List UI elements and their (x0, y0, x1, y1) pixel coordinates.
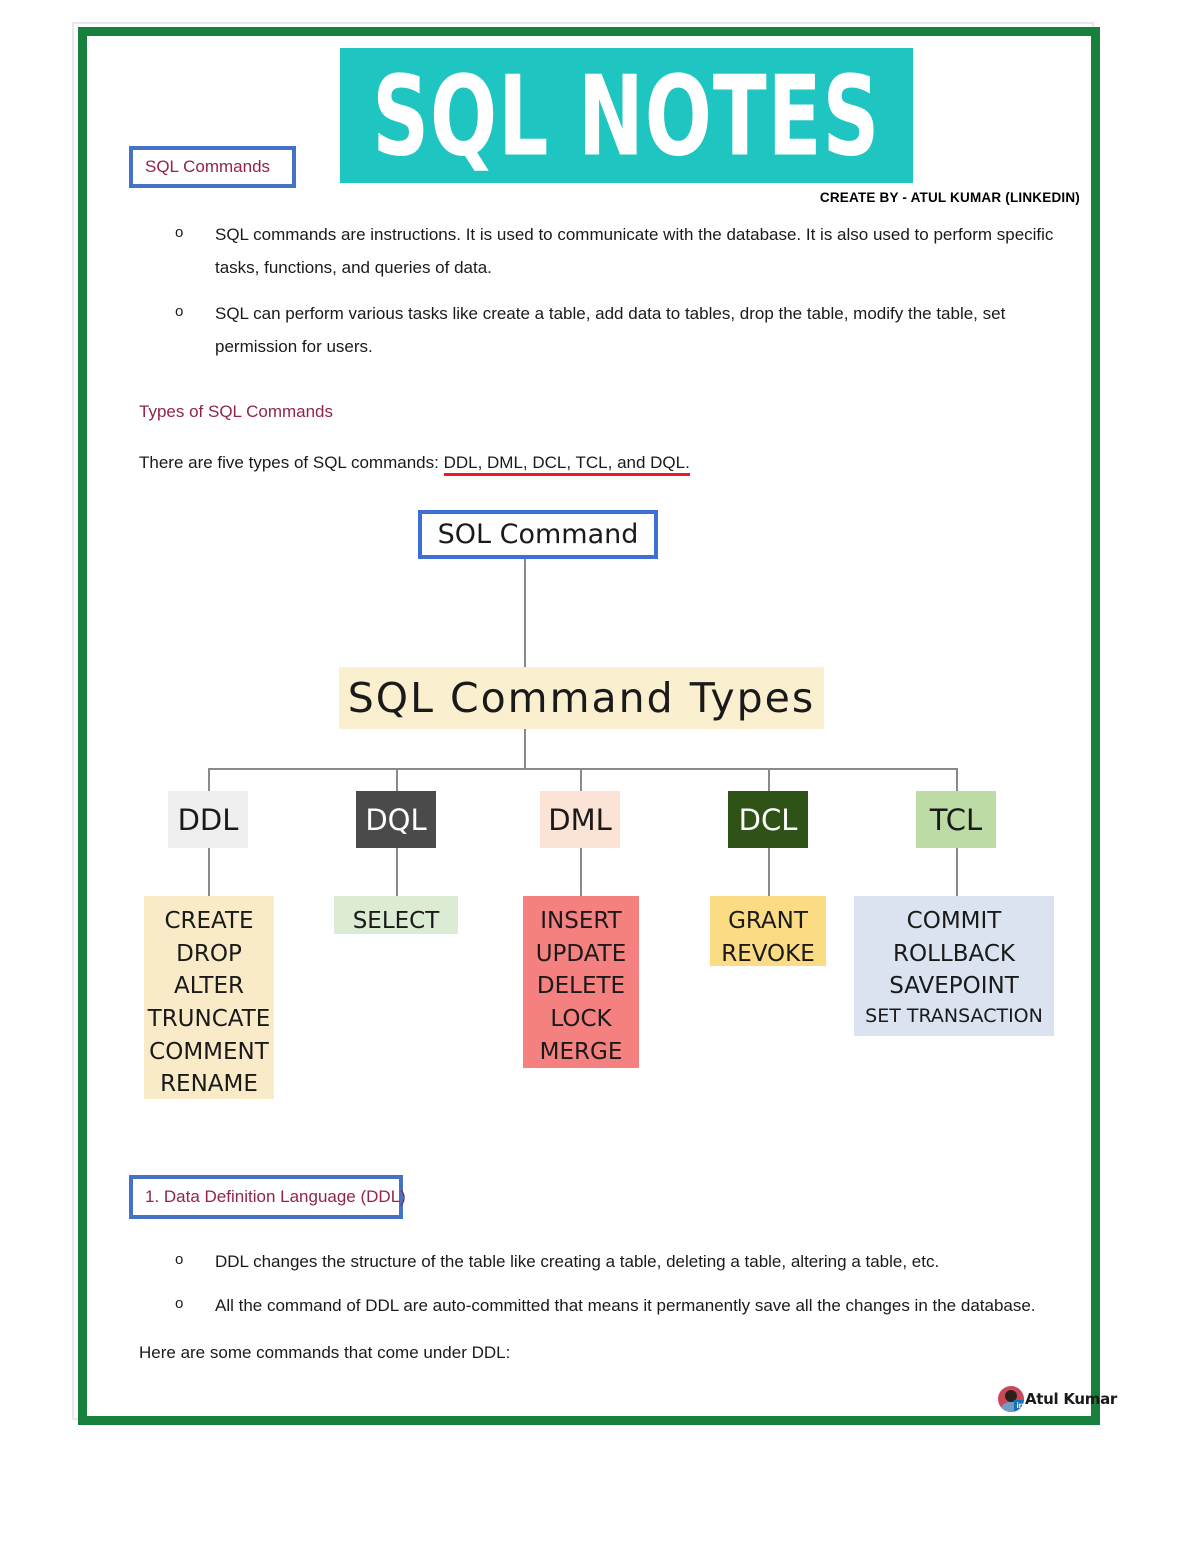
category-box-dcl: DCL (728, 791, 808, 848)
header-banner: SQL NOTES (340, 48, 913, 183)
category-label-dml: DML (548, 802, 612, 837)
command-item: GRANT (728, 908, 808, 934)
connector-tcl-to-commands (956, 848, 958, 896)
banner-title: SQL NOTES (372, 50, 881, 181)
command-item: RENAME (160, 1071, 258, 1098)
bullet-marker: o (175, 224, 184, 241)
types-intro-line: There are five types of SQL commands: DD… (139, 447, 690, 479)
list-item: o SQL can perform various tasks like cre… (175, 297, 1060, 363)
category-box-dml: DML (540, 791, 620, 848)
category-label-tcl: TCL (929, 802, 983, 837)
command-item: SELECT (352, 908, 440, 934)
bullet-marker: o (175, 303, 184, 320)
commands-box-tcl: COMMIT ROLLBACK SAVEPOINT SET TRANSACTIO… (854, 896, 1054, 1036)
command-item: ALTER (174, 973, 244, 1000)
list-item: o DDL changes the structure of the table… (175, 1245, 1060, 1278)
connector-dml-to-commands (580, 848, 582, 896)
category-box-tcl: TCL (916, 791, 996, 848)
command-item: REVOKE (721, 940, 815, 967)
command-item: CREATE (164, 908, 254, 934)
types-intro-prefix: There are five types of SQL commands: (139, 453, 444, 472)
sql-commands-heading-label: SQL Commands (145, 157, 271, 176)
diagram-types-banner: SQL Command Types (339, 667, 824, 729)
sql-command-types-diagram: SOL Command SQL Command Types DDL DQL DM… (130, 495, 1070, 1115)
connector-drop-ddl (208, 768, 210, 791)
diagram-root-box: SOL Command (418, 510, 658, 559)
category-box-ddl: DDL (168, 791, 248, 848)
connector-types-stem (524, 729, 526, 769)
connector-drop-dcl (768, 768, 770, 791)
ddl-closing-line: Here are some commands that come under D… (139, 1343, 511, 1362)
connector-dcl-to-commands (768, 848, 770, 896)
connector-drop-dml (580, 768, 582, 791)
command-item: UPDATE (535, 940, 627, 967)
connector-root-to-types (524, 559, 526, 667)
command-item: TRUNCATE (147, 1005, 271, 1032)
ddl-section-heading-label: 1. Data Definition Language (DDL) (145, 1187, 406, 1206)
command-item: COMMIT (906, 908, 1002, 934)
category-box-dql: DQL (356, 791, 436, 848)
bullet-marker: o (175, 1251, 184, 1268)
linkedin-badge-icon: in (1014, 1400, 1024, 1412)
connector-drop-dql (396, 768, 398, 791)
bullet-text: SQL can perform various tasks like creat… (215, 304, 1006, 357)
ddl-section-heading-box: 1. Data Definition Language (DDL) (129, 1175, 406, 1219)
types-subheading: Types of SQL Commands (139, 402, 334, 421)
watermark-name: Atul Kumar (1025, 1390, 1118, 1408)
credit-line: CREATE BY - ATUL KUMAR (LINKEDIN) (819, 190, 1080, 205)
category-label-dcl: DCL (738, 802, 798, 837)
bullet-text: All the command of DDL are auto-committe… (215, 1296, 1036, 1315)
bullet-text: SQL commands are instructions. It is use… (215, 225, 1054, 278)
list-item: o SQL commands are instructions. It is u… (175, 218, 1060, 284)
connector-horizontal-bus (208, 768, 956, 770)
bullet-text: DDL changes the structure of the table l… (215, 1252, 940, 1271)
list-item: o All the command of DDL are auto-commit… (175, 1289, 1060, 1322)
category-label-dql: DQL (365, 802, 427, 837)
command-item: DROP (176, 940, 242, 967)
types-intro-highlight: DDL, DML, DCL, TCL, and DQL. (443, 453, 690, 476)
connector-drop-tcl (956, 768, 958, 791)
commands-box-dml: INSERT UPDATE DELETE LOCK MERGE (523, 896, 639, 1068)
diagram-types-label: SQL Command Types (347, 674, 816, 722)
command-item: DELETE (536, 973, 626, 1000)
author-watermark: in Atul Kumar (998, 1386, 1117, 1412)
command-item: INSERT (540, 908, 622, 934)
command-item: LOCK (550, 1005, 612, 1032)
bullet-marker: o (175, 1295, 184, 1312)
connector-ddl-to-commands (208, 848, 210, 896)
command-item: SAVEPOINT (889, 973, 1019, 1000)
command-item: COMMENT (149, 1038, 269, 1065)
commands-box-dql: SELECT (334, 896, 458, 934)
connector-dql-to-commands (396, 848, 398, 896)
command-item: MERGE (539, 1038, 623, 1065)
diagram-root-label: SOL Command (437, 519, 639, 550)
command-item: SET TRANSACTION (865, 1004, 1043, 1027)
commands-box-dcl: GRANT REVOKE (710, 896, 826, 967)
document-page: SQL NOTES SQL Commands CREATE BY - ATUL … (0, 0, 1200, 1553)
sql-commands-heading-box: SQL Commands (129, 146, 296, 188)
category-label-ddl: DDL (177, 802, 239, 837)
commands-box-ddl: CREATE DROP ALTER TRUNCATE COMMENT RENAM… (144, 896, 274, 1099)
command-item: ROLLBACK (893, 940, 1015, 967)
avatar: in (998, 1386, 1024, 1412)
